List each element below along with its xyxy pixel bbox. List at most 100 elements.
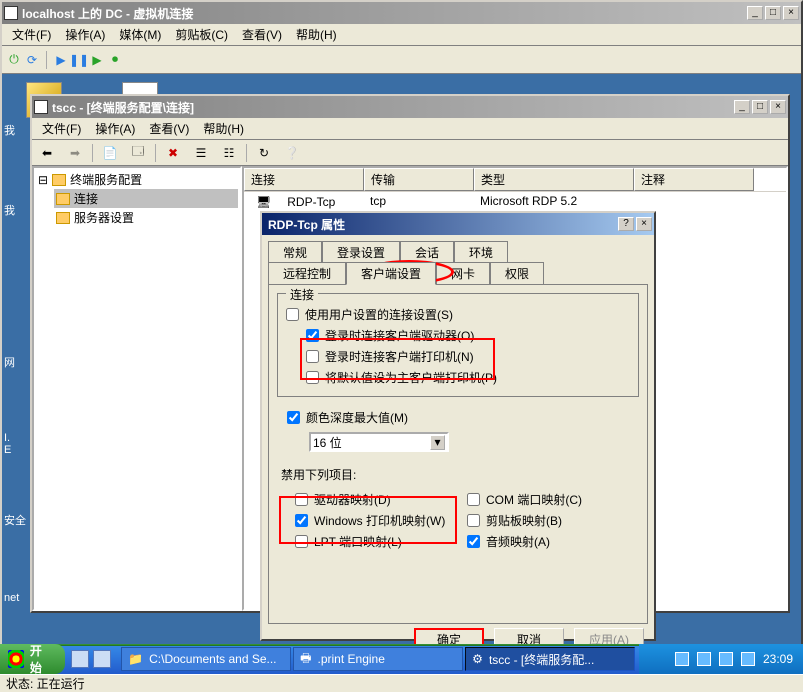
mmc-max-button[interactable]: □ <box>752 100 768 114</box>
mmc-menu-view[interactable]: 查看(V) <box>143 118 195 139</box>
windows-logo-icon <box>8 650 24 668</box>
vm-min-button[interactable]: _ <box>747 6 763 20</box>
vm-toolbar: ⏻ ⟳ ▶ ❚❚ ▶ ⏺ <box>2 46 801 74</box>
chk-default-printer[interactable]: 将默认值设为主客户端打印机(P) <box>306 367 630 388</box>
ql-ie-icon[interactable] <box>71 650 89 668</box>
props-icon[interactable]: 🗔 <box>127 143 149 163</box>
status-text: 状态: 正在运行 <box>6 675 85 692</box>
tab-session[interactable]: 会话 <box>400 241 454 263</box>
dialog-close-button[interactable]: × <box>636 217 652 231</box>
mmc-menu-help[interactable]: 帮助(H) <box>197 118 250 139</box>
side-label-5: 安全 <box>4 512 26 528</box>
vm-close-button[interactable]: × <box>783 6 799 20</box>
vcr-pause-icon[interactable]: ❚❚ <box>71 52 87 68</box>
dialog-title: RDP-Tcp 属性 <box>264 216 614 233</box>
chk-dis-clip[interactable]: 剪贴板映射(B) <box>467 510 639 531</box>
task-print-engine[interactable]: 🖶.print Engine <box>293 647 463 671</box>
tray-icon-4[interactable] <box>741 652 755 666</box>
ql-desktop-icon[interactable] <box>93 650 111 668</box>
mmc-menu-file[interactable]: 文件(F) <box>36 118 87 139</box>
vcr-fwd-icon[interactable]: ▶ <box>89 52 105 68</box>
dialog-titlebar[interactable]: RDP-Tcp 属性 ? × <box>262 213 654 235</box>
mmc-close-button[interactable]: × <box>770 100 786 114</box>
taskbar: 开始 📁C:\Documents and Se... 🖶.print Engin… <box>0 644 803 674</box>
start-button[interactable]: 开始 <box>0 644 65 674</box>
forward-icon[interactable]: ➡ <box>64 143 86 163</box>
list-header-connection[interactable]: 连接 <box>244 168 364 191</box>
refresh-icon[interactable]: ↻ <box>253 143 275 163</box>
tab-logon[interactable]: 登录设置 <box>322 241 400 263</box>
vm-statusbar: 状态: 正在运行 <box>0 674 803 692</box>
tree-root[interactable]: ⊟终端服务配置 <box>36 170 238 189</box>
vm-max-button[interactable]: □ <box>765 6 781 20</box>
system-tray[interactable]: 23:09 <box>639 644 803 674</box>
group-connection: 连接 使用用户设置的连接设置(S) 登录时连接客户端驱动器(O) 登录时连接客户… <box>277 293 639 397</box>
vm-title: localhost 上的 DC - 虚拟机连接 <box>22 5 743 22</box>
list-icon[interactable]: ☷ <box>218 143 240 163</box>
list-header-transport[interactable]: 传输 <box>364 168 474 191</box>
side-label-2: 我 <box>4 202 15 218</box>
mmc-titlebar[interactable]: tscc - [终端服务配置\连接] _ □ × <box>32 96 788 118</box>
chevron-down-icon[interactable]: ▾ <box>430 435 445 450</box>
tab-general[interactable]: 常规 <box>268 241 322 263</box>
mmc-menubar: 文件(F) 操作(A) 查看(V) 帮助(H) <box>32 118 788 140</box>
back-icon[interactable]: ⬅ <box>36 143 58 163</box>
vm-menu-action[interactable]: 操作(A) <box>59 24 111 45</box>
vm-titlebar[interactable]: localhost 上的 DC - 虚拟机连接 _ □ × <box>2 2 801 24</box>
mmc-min-button[interactable]: _ <box>734 100 750 114</box>
list-header-type[interactable]: 类型 <box>474 168 634 191</box>
chk-color-depth[interactable]: 颜色深度最大值(M) <box>287 407 639 428</box>
vm-menu-help[interactable]: 帮助(H) <box>290 24 343 45</box>
select-color-depth[interactable]: 16 位▾ <box>309 432 449 452</box>
vm-menu-clipboard[interactable]: 剪贴板(C) <box>169 24 234 45</box>
help-icon[interactable]: ❔ <box>281 143 303 163</box>
tree-node-connections[interactable]: 连接 <box>54 189 238 208</box>
chk-drive[interactable]: 登录时连接客户端驱动器(O) <box>306 325 630 346</box>
task-tscc[interactable]: ⚙tscc - [终端服务配... <box>465 647 635 671</box>
side-label-3: 网 <box>4 354 15 370</box>
vm-menubar: 文件(F) 操作(A) 媒体(M) 剪贴板(C) 查看(V) 帮助(H) <box>2 24 801 46</box>
chk-use-user[interactable]: 使用用户设置的连接设置(S) <box>286 304 630 325</box>
dialog-help-button[interactable]: ? <box>618 217 634 231</box>
vm-menu-file[interactable]: 文件(F) <box>6 24 57 45</box>
chk-dis-lpt[interactable]: LPT 端口映射(L) <box>295 531 467 552</box>
mmc-icon <box>34 100 48 114</box>
mmc-toolbar: ⬅ ➡ 📄 🗔 ✖ ☰ ☷ ↻ ❔ <box>32 140 788 166</box>
chk-dis-com[interactable]: COM 端口映射(C) <box>467 489 639 510</box>
vcr-poweroff-icon[interactable]: ⏻ <box>6 52 22 68</box>
list-header: 连接 传输 类型 注释 <box>244 168 786 192</box>
tray-icon-2[interactable] <box>697 652 711 666</box>
delete-icon[interactable]: ✖ <box>162 143 184 163</box>
chk-dis-audio[interactable]: 音频映射(A) <box>467 531 639 552</box>
tab-client[interactable]: 客户端设置 <box>346 262 436 285</box>
tab-perm[interactable]: 权限 <box>490 262 544 284</box>
chk-printer[interactable]: 登录时连接客户端打印机(N) <box>306 346 630 367</box>
list-row[interactable]: 🖥RDP-Tcp tcp Microsoft RDP 5.2 <box>244 192 786 212</box>
rdp-icon: 🖥 <box>250 194 277 210</box>
chk-dis-drive[interactable]: 驱动器映射(D) <box>295 489 467 510</box>
vcr-reset-icon[interactable]: ⟳ <box>24 52 40 68</box>
tree-pane[interactable]: ⊟终端服务配置 连接 服务器设置 <box>32 166 242 611</box>
properties-icon[interactable]: ☰ <box>190 143 212 163</box>
tray-icon-3[interactable] <box>719 652 733 666</box>
folder-icon <box>52 174 66 186</box>
vcr-snapshot-icon[interactable]: ⏺ <box>107 52 123 68</box>
chk-dis-winprn[interactable]: Windows 打印机映射(W) <box>295 510 467 531</box>
tree-node-server[interactable]: 服务器设置 <box>54 208 238 227</box>
tab-nic[interactable]: 网卡 <box>436 262 490 284</box>
vcr-play-icon[interactable]: ▶ <box>53 52 69 68</box>
mmc-menu-action[interactable]: 操作(A) <box>89 118 141 139</box>
tab-remote[interactable]: 远程控制 <box>268 262 346 284</box>
task-documents[interactable]: 📁C:\Documents and Se... <box>121 647 291 671</box>
side-label-4: I.E <box>4 432 11 456</box>
tray-clock[interactable]: 23:09 <box>763 652 793 666</box>
vm-menu-media[interactable]: 媒体(M) <box>113 24 167 45</box>
quick-launch <box>65 650 117 668</box>
list-header-comment[interactable]: 注释 <box>634 168 754 191</box>
vm-menu-view[interactable]: 查看(V) <box>236 24 288 45</box>
up-icon[interactable]: 📄 <box>99 143 121 163</box>
tray-icon-1[interactable] <box>675 652 689 666</box>
group-legend-connection: 连接 <box>286 286 318 303</box>
tab-env[interactable]: 环境 <box>454 241 508 263</box>
mmc-title: tscc - [终端服务配置\连接] <box>52 99 730 116</box>
